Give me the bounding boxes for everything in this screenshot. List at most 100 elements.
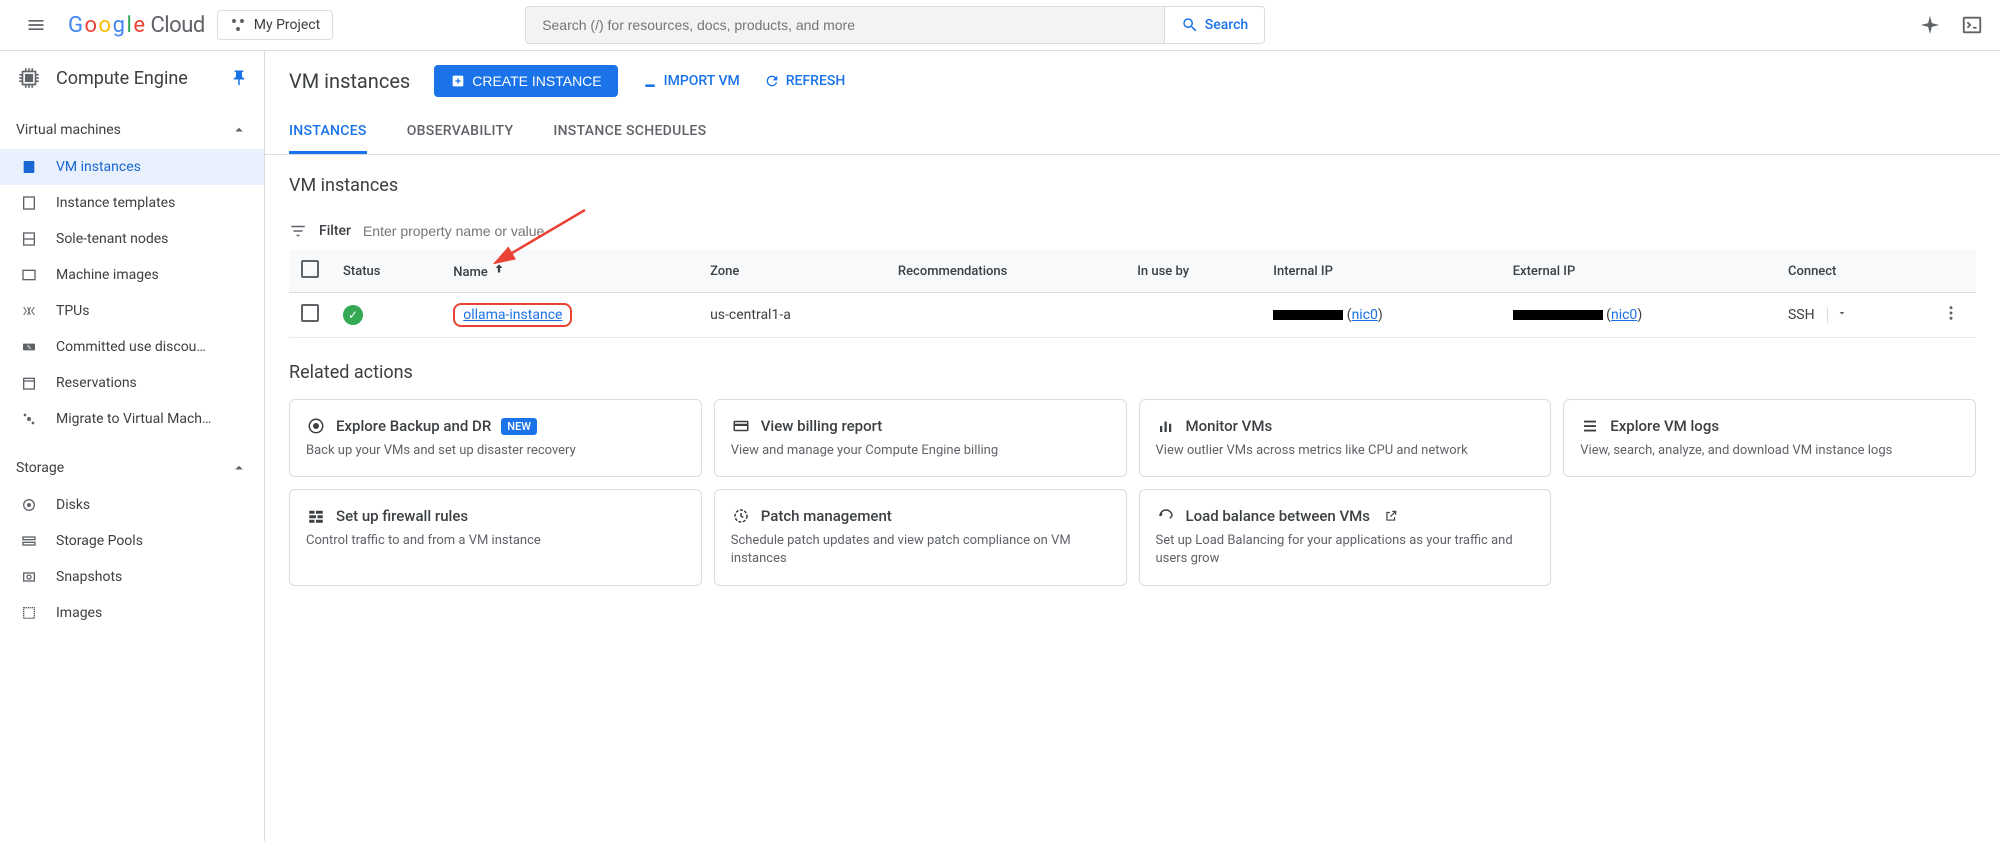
card-firewall[interactable]: Set up firewall rules Control traffic to… (289, 489, 702, 585)
col-in-use-by[interactable]: In use by (1125, 250, 1261, 293)
sidebar-item-label: Machine images (56, 267, 159, 283)
col-zone[interactable]: Zone (698, 250, 886, 293)
ssh-button[interactable]: SSH (1788, 307, 1848, 323)
project-selector[interactable]: My Project (217, 10, 333, 40)
compute-engine-icon (16, 65, 42, 91)
internal-nic-link[interactable]: nic0 (1352, 307, 1378, 323)
card-monitor[interactable]: Monitor VMs View outlier VMs across metr… (1139, 399, 1552, 477)
card-desc: View, search, analyze, and download VM i… (1580, 442, 1959, 460)
sidebar-item-reservations[interactable]: Reservations (0, 365, 264, 401)
card-billing[interactable]: View billing report View and manage your… (714, 399, 1127, 477)
sidebar: Compute Engine Virtual machines VM insta… (0, 51, 265, 841)
sidebar-item-instance-templates[interactable]: Instance templates (0, 185, 264, 221)
chevron-up-icon (230, 459, 248, 477)
section-title: VM instances (289, 175, 1976, 196)
card-patch[interactable]: Patch management Schedule patch updates … (714, 489, 1127, 585)
import-vm-button[interactable]: IMPORT VM (642, 73, 740, 89)
filter-label: Filter (319, 223, 351, 239)
sidebar-item-tpus[interactable]: TPUs (0, 293, 264, 329)
col-status[interactable]: Status (331, 250, 441, 293)
tab-instance-schedules[interactable]: INSTANCE SCHEDULES (553, 111, 706, 154)
project-icon (230, 17, 246, 33)
refresh-icon (764, 73, 780, 89)
sidebar-item-label: Committed use discou… (56, 339, 206, 355)
google-cloud-logo[interactable]: Google Cloud (68, 13, 205, 38)
sparkle-icon (1919, 14, 1941, 36)
sidebar-item-label: Sole-tenant nodes (56, 231, 168, 247)
tabs: INSTANCES OBSERVABILITY INSTANCE SCHEDUL… (265, 111, 2000, 155)
col-connect[interactable]: Connect (1776, 250, 1926, 293)
sidebar-item-disks[interactable]: Disks (0, 487, 264, 523)
sidebar-item-committed-use[interactable]: % Committed use discou… (0, 329, 264, 365)
cell-recommendations (886, 293, 1125, 338)
sidebar-item-snapshots[interactable]: Snapshots (0, 559, 264, 595)
card-logs[interactable]: Explore VM logs View, search, analyze, a… (1563, 399, 1976, 477)
main-content: VM instances CREATE INSTANCE IMPORT VM R… (265, 51, 2000, 841)
plus-icon (450, 73, 466, 89)
patch-icon (732, 507, 750, 525)
card-load-balance[interactable]: Load balance between VMs Set up Load Bal… (1139, 489, 1552, 585)
col-name[interactable]: Name (441, 250, 698, 293)
hamburger-menu-button[interactable] (16, 5, 56, 45)
card-desc: View and manage your Compute Engine bill… (731, 442, 1110, 460)
calendar-icon (21, 375, 37, 391)
sidebar-item-label: Reservations (56, 375, 137, 391)
external-nic-link[interactable]: nic0 (1611, 307, 1637, 323)
col-internal-ip[interactable]: Internal IP (1261, 250, 1500, 293)
external-link-icon (1384, 509, 1398, 523)
sidebar-group-storage[interactable]: Storage (0, 449, 264, 487)
select-all-checkbox[interactable] (301, 260, 319, 278)
card-title: Explore Backup and DR (336, 417, 491, 435)
refresh-button[interactable]: REFRESH (764, 73, 846, 89)
card-title: Explore VM logs (1610, 417, 1719, 435)
sidebar-item-label: Images (56, 605, 102, 621)
sidebar-item-label: VM instances (56, 159, 141, 175)
logs-icon (1581, 417, 1599, 435)
card-title: Patch management (761, 507, 892, 525)
filter-input[interactable] (363, 223, 1976, 239)
sidebar-item-storage-pools[interactable]: Storage Pools (0, 523, 264, 559)
sidebar-item-sole-tenant[interactable]: Sole-tenant nodes (0, 221, 264, 257)
images-icon (21, 605, 37, 621)
sidebar-item-migrate[interactable]: Migrate to Virtual Mach… (0, 401, 264, 437)
image-icon (21, 267, 37, 283)
ssh-dropdown-button[interactable] (1827, 307, 1848, 323)
related-actions: Related actions Explore Backup and DR NE… (289, 362, 1976, 586)
sidebar-item-images[interactable]: Images (0, 595, 264, 631)
tab-observability[interactable]: OBSERVABILITY (407, 111, 514, 154)
col-external-ip[interactable]: External IP (1501, 250, 1776, 293)
card-backup-dr[interactable]: Explore Backup and DR NEW Back up your V… (289, 399, 702, 477)
sidebar-item-vm-instances[interactable]: VM instances (0, 149, 264, 185)
tab-instances[interactable]: INSTANCES (289, 111, 367, 154)
sidebar-item-label: Disks (56, 497, 90, 513)
chevron-up-icon (230, 121, 248, 139)
cell-zone: us-central1-a (698, 293, 886, 338)
search-input[interactable] (542, 17, 1148, 33)
search-box[interactable] (525, 6, 1165, 44)
card-title: View billing report (761, 417, 883, 435)
sidebar-group-virtual-machines[interactable]: Virtual machines (0, 111, 264, 149)
card-desc: Schedule patch updates and view patch co… (731, 532, 1110, 568)
instance-name-link[interactable]: ollama-instance (463, 307, 562, 323)
col-recommendations[interactable]: Recommendations (886, 250, 1125, 293)
sidebar-item-machine-images[interactable]: Machine images (0, 257, 264, 293)
row-checkbox[interactable] (301, 304, 319, 322)
card-desc: Control traffic to and from a VM instanc… (306, 532, 685, 550)
card-desc: Back up your VMs and set up disaster rec… (306, 442, 685, 460)
row-more-button[interactable] (1938, 306, 1964, 330)
sort-arrow-up-icon (492, 262, 506, 276)
sidebar-item-label: Snapshots (56, 569, 122, 585)
svg-text:%: % (27, 345, 31, 351)
pool-icon (21, 533, 37, 549)
migrate-icon (21, 411, 37, 427)
refresh-label: REFRESH (786, 73, 846, 89)
search-button[interactable]: Search (1165, 6, 1265, 44)
snapshot-icon (21, 569, 37, 585)
page-title: VM instances (289, 69, 410, 93)
gemini-button[interactable] (1918, 13, 1942, 37)
cell-external-ip: (nic0) (1501, 293, 1776, 338)
pin-icon[interactable] (230, 69, 248, 87)
create-instance-button[interactable]: CREATE INSTANCE (434, 65, 617, 97)
card-title: Load balance between VMs (1186, 507, 1371, 525)
cloud-shell-button[interactable] (1960, 13, 1984, 37)
